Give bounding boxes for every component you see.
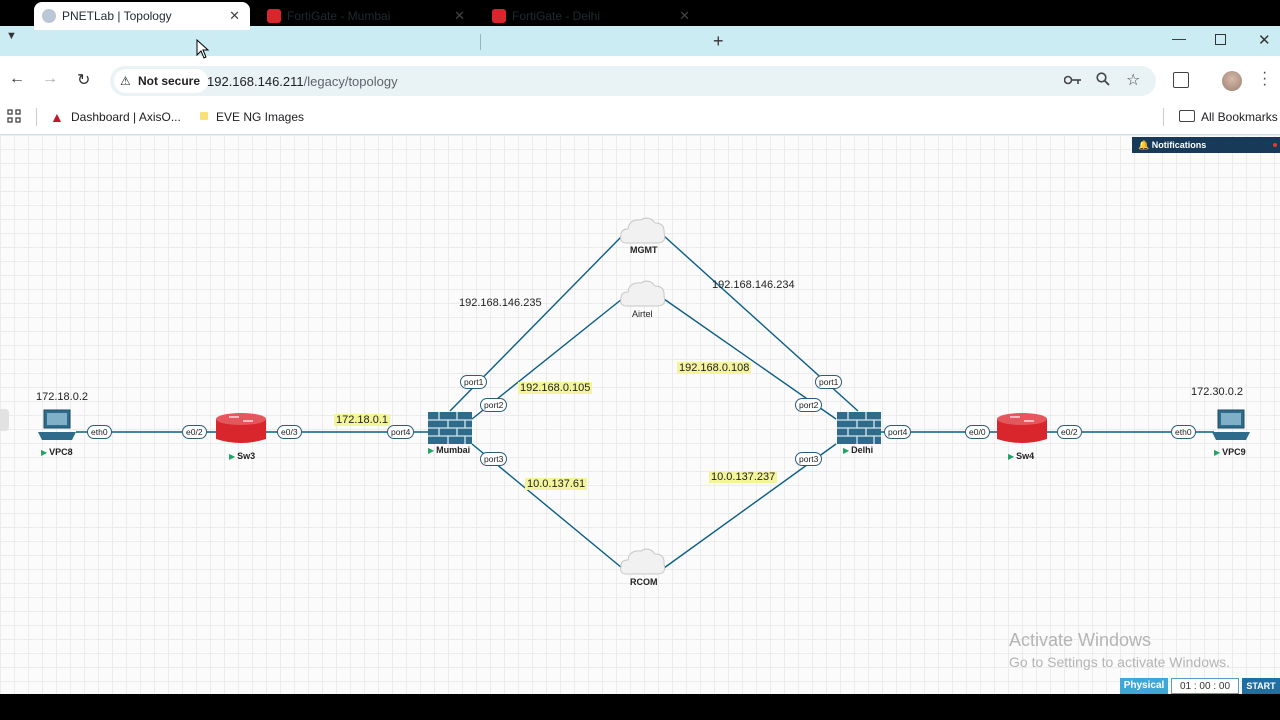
activate-windows-subtitle: Go to Settings to activate Windows. — [1009, 654, 1230, 670]
running-icon: ▶ — [229, 452, 236, 461]
switch-icon[interactable] — [215, 411, 267, 445]
ip-label-mumbai-mgmt: 192.168.146.235 — [459, 297, 542, 309]
node-label-delhi: ▶ Delhi — [843, 445, 874, 455]
port-label: e0/2 — [182, 425, 207, 439]
firewall-icon[interactable] — [836, 411, 882, 445]
switch-icon[interactable] — [996, 411, 1048, 445]
timer-display: 01 : 00 : 00 — [1171, 678, 1239, 694]
cloud-icon[interactable] — [619, 215, 667, 245]
running-icon: ▶ — [41, 448, 48, 457]
firewall-icon[interactable] — [427, 411, 473, 445]
node-label-sw4: ▶ Sw4 — [1008, 451, 1035, 461]
port-label: port1 — [460, 375, 488, 389]
port-label: port4 — [387, 425, 415, 439]
running-icon: ▶ — [843, 446, 850, 455]
ip-label-delhi-rcom: 10.0.137.237 — [709, 471, 778, 483]
topology-links — [76, 235, 1214, 569]
port-label: port3 — [480, 452, 508, 466]
node-label-vpc9: ▶ VPC9 — [1214, 447, 1246, 457]
physical-mode-button[interactable]: Physical — [1120, 678, 1168, 694]
sidebar-toggle-handle[interactable] — [0, 409, 9, 431]
ip-label-mumbai-rcom: 10.0.137.61 — [525, 478, 588, 490]
ip-label-vpc9: 172.30.0.2 — [1191, 386, 1243, 398]
notifications-label: Notifications — [1151, 140, 1207, 150]
ip-label-mumbai-port4: 172.18.0.1 — [334, 414, 390, 426]
port-label: port2 — [480, 398, 508, 412]
ip-label-delhi-airtel: 192.168.0.108 — [677, 362, 752, 374]
notification-dot-icon — [1273, 143, 1277, 147]
port-label: port2 — [795, 398, 823, 412]
cloud-icon[interactable] — [619, 278, 667, 308]
node-label-mgmt: MGMT — [630, 245, 658, 255]
ip-label-mumbai-airtel: 192.168.0.105 — [518, 382, 593, 394]
mouse-cursor-icon — [196, 39, 210, 59]
node-label-mumbai: ▶ Mumbai — [428, 445, 471, 455]
node-label-vpc8: ▶ VPC8 — [41, 447, 73, 457]
ip-label-vpc8: 172.18.0.2 — [36, 391, 88, 403]
start-button[interactable]: START — [1242, 678, 1280, 694]
port-label: port4 — [884, 425, 912, 439]
running-icon: ▶ — [428, 446, 435, 455]
port-label: eth0 — [1171, 425, 1196, 439]
port-label: e0/3 — [277, 425, 302, 439]
port-label: e0/2 — [1057, 425, 1082, 439]
node-label-sw3: ▶ Sw3 — [229, 451, 256, 461]
port-label: port1 — [815, 375, 843, 389]
port-label: port3 — [795, 452, 823, 466]
port-label: eth0 — [87, 425, 112, 439]
activate-windows-title: Activate Windows — [1009, 630, 1152, 650]
notifications-bar[interactable]: 🔔 Notifications — [1132, 137, 1280, 153]
node-label-airtel: Airtel — [632, 309, 653, 319]
port-label: e0/0 — [965, 425, 990, 439]
running-icon: ▶ — [1214, 448, 1221, 457]
vpc-computer-icon[interactable] — [1210, 408, 1252, 444]
bell-icon: 🔔 — [1138, 140, 1150, 150]
running-icon: ▶ — [1008, 452, 1015, 461]
ip-label-delhi-mgmt: 192.168.146.234 — [712, 279, 795, 291]
cloud-icon[interactable] — [619, 546, 667, 576]
node-label-rcom: RCOM — [630, 577, 658, 587]
vpc-computer-icon[interactable] — [36, 408, 78, 444]
